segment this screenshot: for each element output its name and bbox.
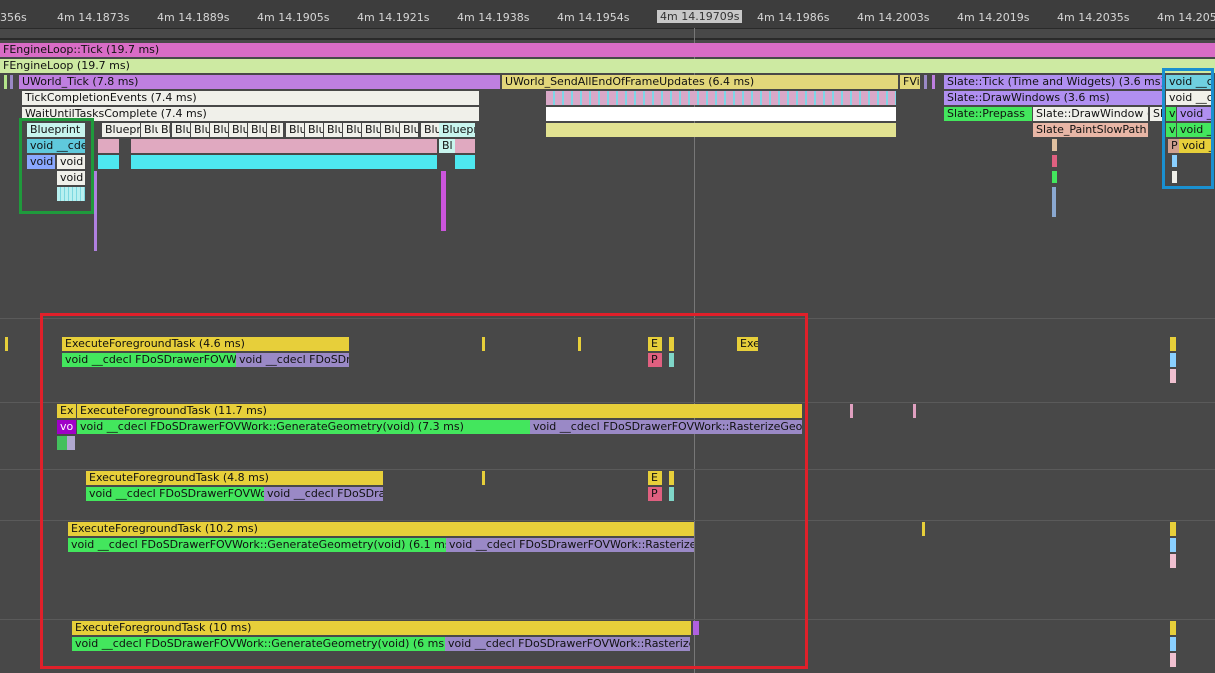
slate-drawwindow-bar[interactable]: Slate::DrawWindow (1. bbox=[1033, 107, 1148, 121]
call-block[interactable] bbox=[98, 155, 119, 169]
deep-stack-marker[interactable] bbox=[1052, 171, 1057, 183]
event-marker[interactable] bbox=[4, 75, 7, 89]
blueprint-call[interactable]: Blu bbox=[362, 123, 380, 137]
event-marker[interactable] bbox=[1170, 637, 1176, 651]
event-marker[interactable] bbox=[1170, 621, 1176, 635]
time-ruler[interactable]: 356s 4m 14.1873s 4m 14.1889s 4m 14.1905s… bbox=[0, 0, 1215, 29]
event-marker[interactable] bbox=[5, 337, 8, 351]
ruler-tick-label: 4m 14.2019s bbox=[957, 11, 1030, 24]
blueprint-call[interactable]: Blu bbox=[191, 123, 209, 137]
ruler-tick-label: 4m 14.1921s bbox=[357, 11, 430, 24]
send-updates-child[interactable] bbox=[546, 107, 896, 121]
send-updates-bar[interactable]: UWorld_SendAllEndOfFrameUpdates (6.4 ms) bbox=[502, 75, 898, 89]
event-marker[interactable] bbox=[1170, 538, 1176, 552]
event-marker[interactable] bbox=[913, 404, 916, 418]
uworld-tick-bar[interactable]: UWorld_Tick (7.8 ms) bbox=[19, 75, 500, 89]
deep-stack-marker[interactable] bbox=[1052, 155, 1057, 167]
slate-paintslow-bar[interactable]: Slate_PaintSlowPath ( bbox=[1033, 123, 1148, 137]
event-marker[interactable] bbox=[1170, 353, 1176, 367]
send-updates-child[interactable] bbox=[546, 123, 896, 137]
engine-tick-bar[interactable]: FEngineLoop::Tick (19.7 ms) bbox=[0, 43, 1215, 57]
highlight-frame-green bbox=[19, 118, 94, 214]
blueprint-call[interactable]: Blu bbox=[400, 123, 418, 137]
event-marker[interactable] bbox=[924, 75, 927, 89]
blueprint-call[interactable]: Blu bbox=[305, 123, 323, 137]
event-marker[interactable] bbox=[1170, 653, 1176, 667]
tick-completion-bar[interactable]: TickCompletionEvents (7.4 ms) bbox=[22, 91, 479, 105]
blueprint-call[interactable]: Bl bbox=[267, 123, 283, 137]
event-marker[interactable] bbox=[1170, 337, 1176, 351]
bl-bar[interactable]: Bl bbox=[439, 139, 455, 153]
blueprint-call[interactable]: Blu bbox=[172, 123, 190, 137]
call-block[interactable] bbox=[98, 139, 119, 153]
highlight-frame-blue bbox=[1162, 68, 1214, 189]
blueprint-call[interactable]: Blu bbox=[229, 123, 247, 137]
call-block[interactable] bbox=[131, 139, 437, 153]
event-marker[interactable] bbox=[922, 522, 925, 536]
blueprint-call[interactable]: Blu bbox=[248, 123, 266, 137]
fvi-bar[interactable]: FVi bbox=[900, 75, 920, 89]
slate-drawwindows-bar[interactable]: Slate::DrawWindows (3.6 ms) bbox=[944, 91, 1162, 105]
blueprint-call[interactable]: Blu bbox=[286, 123, 304, 137]
ruler-tick-label: 356s bbox=[0, 11, 27, 24]
slate-prepass-bar[interactable]: Slate::Prepass bbox=[944, 107, 1032, 121]
ruler-tick-label: 4m 14.2051 bbox=[1157, 11, 1215, 24]
ruler-tick-label: 4m 14.1905s bbox=[257, 11, 330, 24]
highlight-frame-red bbox=[40, 313, 808, 669]
event-marker[interactable] bbox=[10, 75, 13, 89]
blueprint-call[interactable]: Blu bbox=[141, 123, 158, 137]
blueprint-call[interactable]: Blu bbox=[343, 123, 361, 137]
event-marker[interactable] bbox=[850, 404, 853, 418]
deep-stack-marker[interactable] bbox=[94, 171, 97, 251]
ruler-tick-label: 4m 14.1889s bbox=[157, 11, 230, 24]
event-marker[interactable] bbox=[1170, 522, 1176, 536]
send-updates-children[interactable] bbox=[546, 91, 896, 105]
event-marker[interactable] bbox=[1170, 369, 1176, 383]
event-marker[interactable] bbox=[932, 75, 935, 89]
ruler-tick-label: 4m 14.1986s bbox=[757, 11, 830, 24]
call-block[interactable] bbox=[455, 139, 475, 153]
blueprint-call[interactable]: Bluepr bbox=[102, 123, 140, 137]
event-marker[interactable] bbox=[1170, 554, 1176, 568]
blueprint-call[interactable]: Blu bbox=[324, 123, 342, 137]
ruler-tick-label: 4m 14.2035s bbox=[1057, 11, 1130, 24]
call-block[interactable] bbox=[455, 155, 475, 169]
cursor-time-label: 4m 14.19709s bbox=[657, 10, 743, 23]
ruler-tick-label: 4m 14.1938s bbox=[457, 11, 530, 24]
deep-stack-marker[interactable] bbox=[1052, 187, 1056, 217]
call-block[interactable] bbox=[131, 155, 437, 169]
engine-loop-bar[interactable]: FEngineLoop (19.7 ms) bbox=[0, 59, 1215, 73]
blueprint-call[interactable]: Bluepr bbox=[439, 123, 475, 137]
blueprint-call[interactable]: Blu bbox=[210, 123, 228, 137]
blueprint-call[interactable]: Blu bbox=[381, 123, 399, 137]
ruler-tick-label: 4m 14.1954s bbox=[557, 11, 630, 24]
deep-stack-marker[interactable] bbox=[1052, 139, 1057, 151]
blueprint-call[interactable]: Blu bbox=[421, 123, 439, 137]
deep-stack-marker[interactable] bbox=[441, 171, 446, 231]
track-divider bbox=[0, 38, 1215, 40]
slate-tick-bar[interactable]: Slate::Tick (Time and Widgets) (3.6 ms) bbox=[944, 75, 1162, 89]
ruler-tick-label: 4m 14.2003s bbox=[857, 11, 930, 24]
ruler-tick-label: 4m 14.1873s bbox=[57, 11, 130, 24]
blueprint-call[interactable]: Bl bbox=[158, 123, 170, 137]
